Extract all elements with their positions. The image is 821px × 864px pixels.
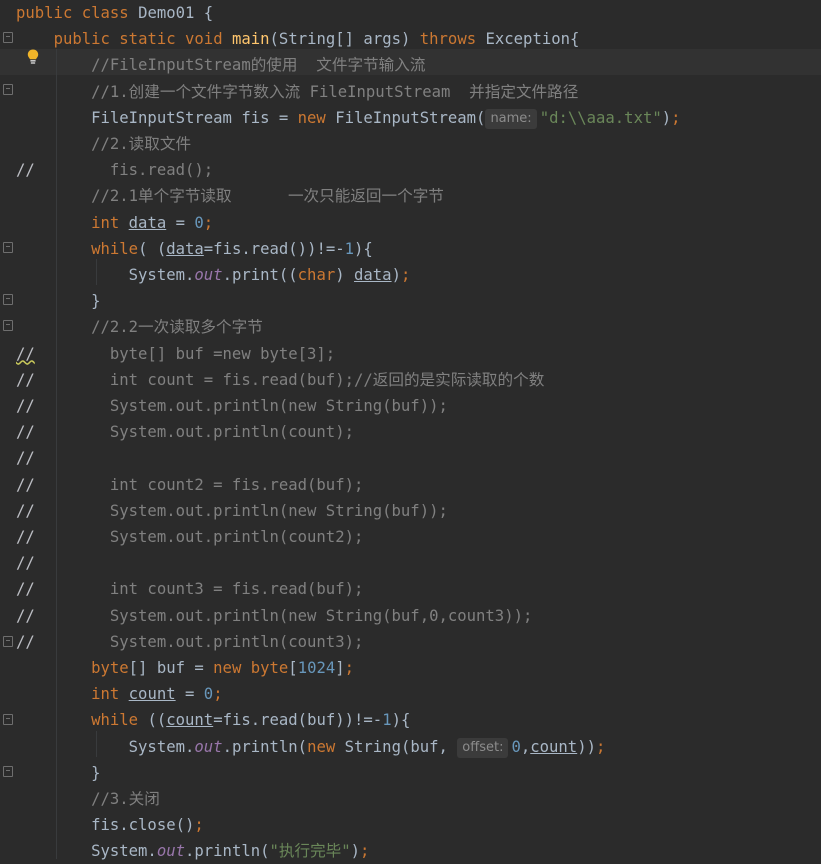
code-text[interactable]: FileInputStream fis = new FileInputStrea… xyxy=(16,105,681,131)
code-text[interactable]: } xyxy=(16,288,100,314)
code-text[interactable]: } xyxy=(16,760,100,786)
code-text[interactable]: while( (data=fis.read())!=-1){ xyxy=(16,236,373,262)
code-text[interactable]: System.out.println(new String(buf)); xyxy=(16,498,448,524)
code-text[interactable]: int count3 = fis.read(buf); xyxy=(16,576,364,602)
code-text[interactable]: System.out.println(count); xyxy=(16,419,354,445)
code-text[interactable]: while ((count=fis.read(buf))!=-1){ xyxy=(16,707,410,733)
parameter-hint: offset: xyxy=(457,737,509,758)
code-text[interactable]: fis.close(); xyxy=(16,812,204,838)
fold-icon[interactable] xyxy=(3,242,13,253)
line-comment-marker: // xyxy=(16,554,35,573)
code-text[interactable]: //2.读取文件 xyxy=(16,131,191,157)
code-text[interactable]: //2.2一次读取多个字节 xyxy=(16,314,263,340)
code-text[interactable]: public class Demo01 { xyxy=(16,0,213,26)
code-text[interactable]: int count = fis.read(buf);//返回的是实际读取的个数 xyxy=(16,367,544,393)
code-text[interactable]: byte[] buf = new byte[1024]; xyxy=(16,655,354,681)
line-comment-marker: // xyxy=(16,449,35,468)
code-text[interactable]: //FileInputStream的使用 文件字节输入流 xyxy=(16,52,425,78)
code-text[interactable]: //2.1单个字节读取 一次只能返回一个字节 xyxy=(16,183,444,209)
code-text[interactable]: public static void main(String[] args) t… xyxy=(16,26,580,52)
code-text[interactable]: //3.关闭 xyxy=(16,786,160,812)
code-text[interactable]: int data = 0; xyxy=(16,210,213,236)
code-text[interactable]: //1.创建一个文件字节数入流 FileInputStream 并指定文件路径 xyxy=(16,79,578,105)
fold-icon[interactable] xyxy=(3,636,13,647)
code-text[interactable]: System.out.println(new String(buf, offse… xyxy=(16,734,605,760)
code-text[interactable]: System.out.println("执行完毕"); xyxy=(16,838,369,864)
fold-icon[interactable] xyxy=(3,714,13,725)
code-text[interactable]: int count2 = fis.read(buf); xyxy=(16,472,364,498)
code-text[interactable]: System.out.println(new String(buf)); xyxy=(16,393,448,419)
code-text[interactable]: fis.read(); xyxy=(16,157,213,183)
code-text[interactable]: System.out.println(count3); xyxy=(16,629,364,655)
code-text[interactable]: System.out.print((char) data); xyxy=(16,262,411,288)
code-text[interactable]: int count = 0; xyxy=(16,681,222,707)
code-text[interactable]: System.out.println(count2); xyxy=(16,524,364,550)
code-editor[interactable]: public class Demo01 { public static void… xyxy=(0,0,821,864)
code-text[interactable]: System.out.println(new String(buf,0,coun… xyxy=(16,603,532,629)
fold-icon[interactable] xyxy=(3,766,13,777)
fold-icon[interactable] xyxy=(3,32,13,43)
fold-icon[interactable] xyxy=(3,320,13,331)
code-text[interactable]: byte[] buf =new byte[3]; xyxy=(16,341,335,367)
parameter-hint: name: xyxy=(485,108,537,129)
fold-icon[interactable] xyxy=(3,294,13,305)
fold-icon[interactable] xyxy=(3,84,13,95)
